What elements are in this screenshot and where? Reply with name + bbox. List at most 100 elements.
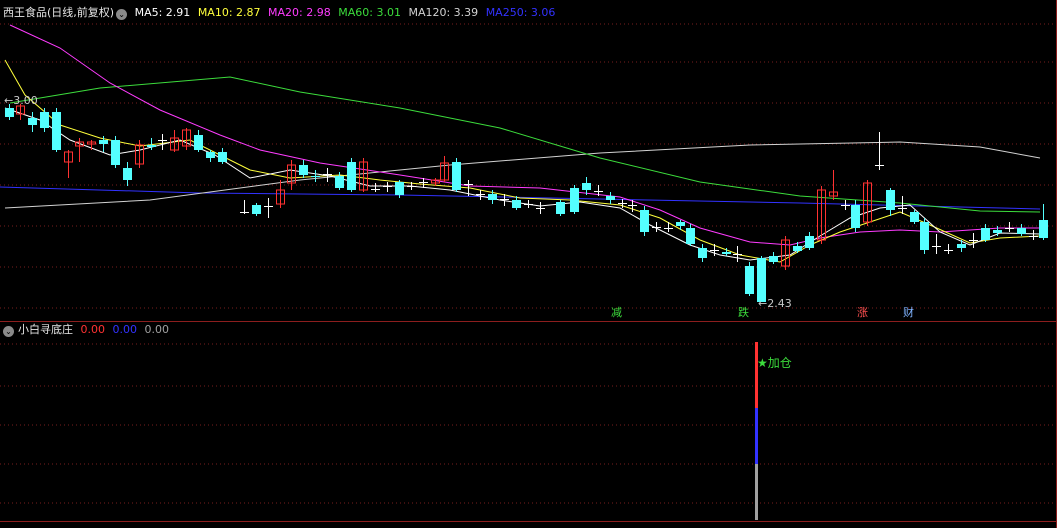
- candle-body: [1005, 228, 1014, 229]
- low-price-label: ←2.43: [758, 297, 792, 310]
- candle-body: [371, 189, 380, 190]
- candle-body: [147, 145, 156, 147]
- candle: [64, 150, 73, 178]
- candle: [299, 160, 308, 178]
- candle-body: [851, 205, 860, 228]
- candle-body: [805, 236, 814, 248]
- signal-rise: 涨: [857, 306, 868, 319]
- candle-body: [252, 205, 261, 214]
- indicator-name: 小白寻底庄: [18, 323, 73, 336]
- candle-body: [686, 228, 695, 244]
- candle: [347, 158, 356, 192]
- candle-body: [1017, 228, 1026, 234]
- candle: [664, 222, 673, 232]
- candle-body: [158, 140, 167, 141]
- candle: [359, 158, 368, 192]
- candle-body: [476, 194, 485, 195]
- candle: [1039, 204, 1048, 240]
- candle-body: [606, 196, 615, 200]
- candle-body: [957, 244, 966, 248]
- candle: [910, 210, 919, 224]
- candle-body: [556, 202, 565, 214]
- signal-reduce: 减: [611, 306, 622, 319]
- candle-body: [710, 250, 719, 251]
- candle-body: [347, 162, 356, 190]
- candle: [1005, 222, 1014, 232]
- candle-body: [419, 182, 428, 183]
- candle-body: [311, 176, 320, 177]
- candle-body: [932, 246, 941, 247]
- candlesticks: [5, 104, 1048, 302]
- candle-body: [676, 222, 685, 226]
- candle-body: [407, 186, 416, 187]
- candle-body: [993, 230, 1002, 233]
- candle-body: [452, 162, 461, 190]
- ma10-line: [4, 59, 1041, 263]
- candle: [123, 162, 132, 186]
- candle-body: [5, 108, 14, 117]
- price-grid: [0, 0, 1057, 528]
- candle-body: [99, 140, 108, 144]
- candle: [745, 262, 754, 296]
- candle-body: [524, 204, 533, 205]
- candle: [182, 128, 191, 150]
- indicator-header: ⌄ 小白寻底庄 0.00 0.00 0.00: [3, 322, 173, 338]
- candle: [452, 158, 461, 192]
- star-icon: ★: [757, 356, 768, 370]
- candle: [476, 190, 485, 200]
- candle: [194, 130, 203, 152]
- candle: [676, 220, 685, 230]
- indicator-value-3: 0.00: [144, 323, 170, 336]
- candle: [371, 183, 380, 192]
- candle-body: [841, 205, 850, 206]
- ma120-value: MA120: 3.39: [408, 6, 479, 19]
- candle: [440, 156, 449, 182]
- indicator-bar-3: [755, 464, 758, 520]
- candle: [323, 168, 332, 182]
- candle-body: [464, 184, 473, 185]
- candle: [311, 170, 320, 182]
- candle-body: [582, 183, 591, 190]
- ma20-value: MA20: 2.98: [268, 6, 331, 19]
- add-position-signal: ★加仓: [756, 357, 793, 369]
- kline-chart[interactable]: [0, 0, 1057, 528]
- ma10-value: MA10: 2.87: [197, 6, 261, 19]
- candle-body: [886, 190, 895, 210]
- candle-body: [206, 152, 215, 158]
- candle-body: [652, 227, 661, 228]
- candle: [240, 200, 249, 214]
- candle: [686, 224, 695, 246]
- candle: [886, 188, 895, 216]
- candle: [1029, 230, 1038, 240]
- candle: [875, 132, 884, 170]
- candle: [524, 200, 533, 208]
- candle: [536, 202, 545, 214]
- candle-body: [698, 248, 707, 258]
- candle: [218, 148, 227, 164]
- candle-body: [536, 208, 545, 209]
- candle: [252, 203, 261, 216]
- candle-body: [618, 203, 627, 204]
- candle-body: [1039, 220, 1048, 238]
- candle: [652, 222, 661, 232]
- candle-body: [875, 165, 884, 166]
- candle-body: [264, 206, 273, 207]
- candle: [769, 252, 778, 264]
- candle-body: [323, 174, 332, 175]
- candle-body: [299, 165, 308, 175]
- candle: [264, 198, 273, 218]
- candle-body: [28, 118, 37, 125]
- candle-body: [52, 112, 61, 150]
- indicator-dropdown-icon[interactable]: ⌄: [3, 326, 14, 337]
- ma60-value: MA60: 3.01: [338, 6, 401, 19]
- candle: [981, 224, 990, 242]
- candle: [640, 206, 649, 236]
- candle: [87, 140, 96, 150]
- candle: [969, 233, 978, 248]
- ma5-line: [4, 107, 1041, 261]
- indicator-bar-1: [755, 342, 758, 408]
- candle: [805, 232, 814, 250]
- settings-dropdown-icon[interactable]: ⌄: [116, 9, 128, 20]
- stock-title: 西王食品(日线,前复权): [3, 6, 115, 19]
- candle: [781, 236, 790, 270]
